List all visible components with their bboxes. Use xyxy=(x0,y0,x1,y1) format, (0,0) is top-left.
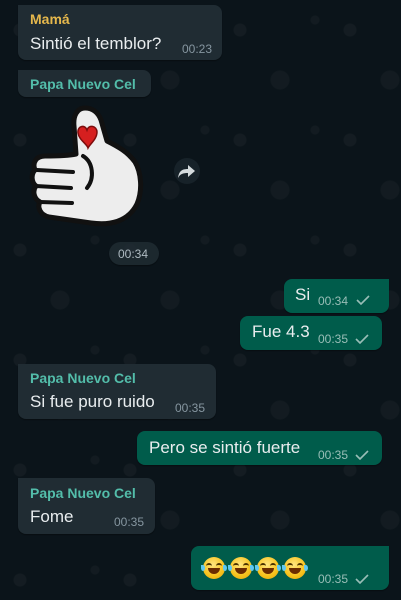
message-text: Pero se sintió fuerte xyxy=(149,438,301,457)
sender-name: Mamá xyxy=(30,11,70,27)
outgoing-message[interactable]: Pero se sintió fuerte 00:35 xyxy=(137,431,382,465)
message-time: 00:34 xyxy=(118,247,149,261)
message-text: Si xyxy=(295,285,311,304)
tears-of-joy-emoji xyxy=(282,557,308,579)
message-time: 00:23 xyxy=(182,42,213,56)
sender-name: Papa Nuevo Cel xyxy=(30,370,136,386)
incoming-message[interactable]: Mamá Sintió el temblor? 00:23 xyxy=(18,5,222,60)
message-text: Fue 4.3 xyxy=(252,322,310,341)
thumbs-up-heart-sticker[interactable] xyxy=(25,96,145,238)
message-time: 00:34 xyxy=(318,294,349,308)
sent-check-icon xyxy=(355,334,369,344)
tears-of-joy-emoji xyxy=(228,557,254,579)
thumbs-up-icon xyxy=(29,105,144,227)
message-text: Sintió el temblor? xyxy=(30,34,162,53)
incoming-message[interactable]: Papa Nuevo Cel Si fue puro ruido 00:35 xyxy=(18,364,216,419)
message-text: Si fue puro ruido xyxy=(30,392,155,411)
outgoing-message[interactable]: Si 00:34 xyxy=(284,279,389,313)
outgoing-message[interactable]: 00:35 xyxy=(191,546,389,590)
sent-check-icon xyxy=(355,574,369,584)
sticker-time-badge: 00:34 xyxy=(109,242,159,265)
message-time: 00:35 xyxy=(318,448,349,462)
tears-of-joy-emoji xyxy=(201,557,227,579)
forward-icon[interactable] xyxy=(174,158,200,184)
chat-background[interactable]: Mamá Sintió el temblor? 00:23 Papa Nuevo… xyxy=(0,0,401,600)
message-time: 00:35 xyxy=(175,401,206,415)
sent-check-icon xyxy=(355,450,369,460)
sender-name: Papa Nuevo Cel xyxy=(30,485,136,501)
outgoing-message[interactable]: Fue 4.3 00:35 xyxy=(240,316,382,350)
message-time: 00:35 xyxy=(114,515,145,529)
sender-name: Papa Nuevo Cel xyxy=(30,76,136,92)
message-time: 00:35 xyxy=(318,332,349,346)
message-text: Fome xyxy=(30,507,74,526)
sticker-sender-label[interactable]: Papa Nuevo Cel xyxy=(18,70,151,97)
tears-of-joy-emoji xyxy=(255,557,281,579)
sent-check-icon xyxy=(356,295,370,305)
incoming-message[interactable]: Papa Nuevo Cel Fome 00:35 xyxy=(18,478,155,534)
message-time: 00:35 xyxy=(318,572,349,586)
